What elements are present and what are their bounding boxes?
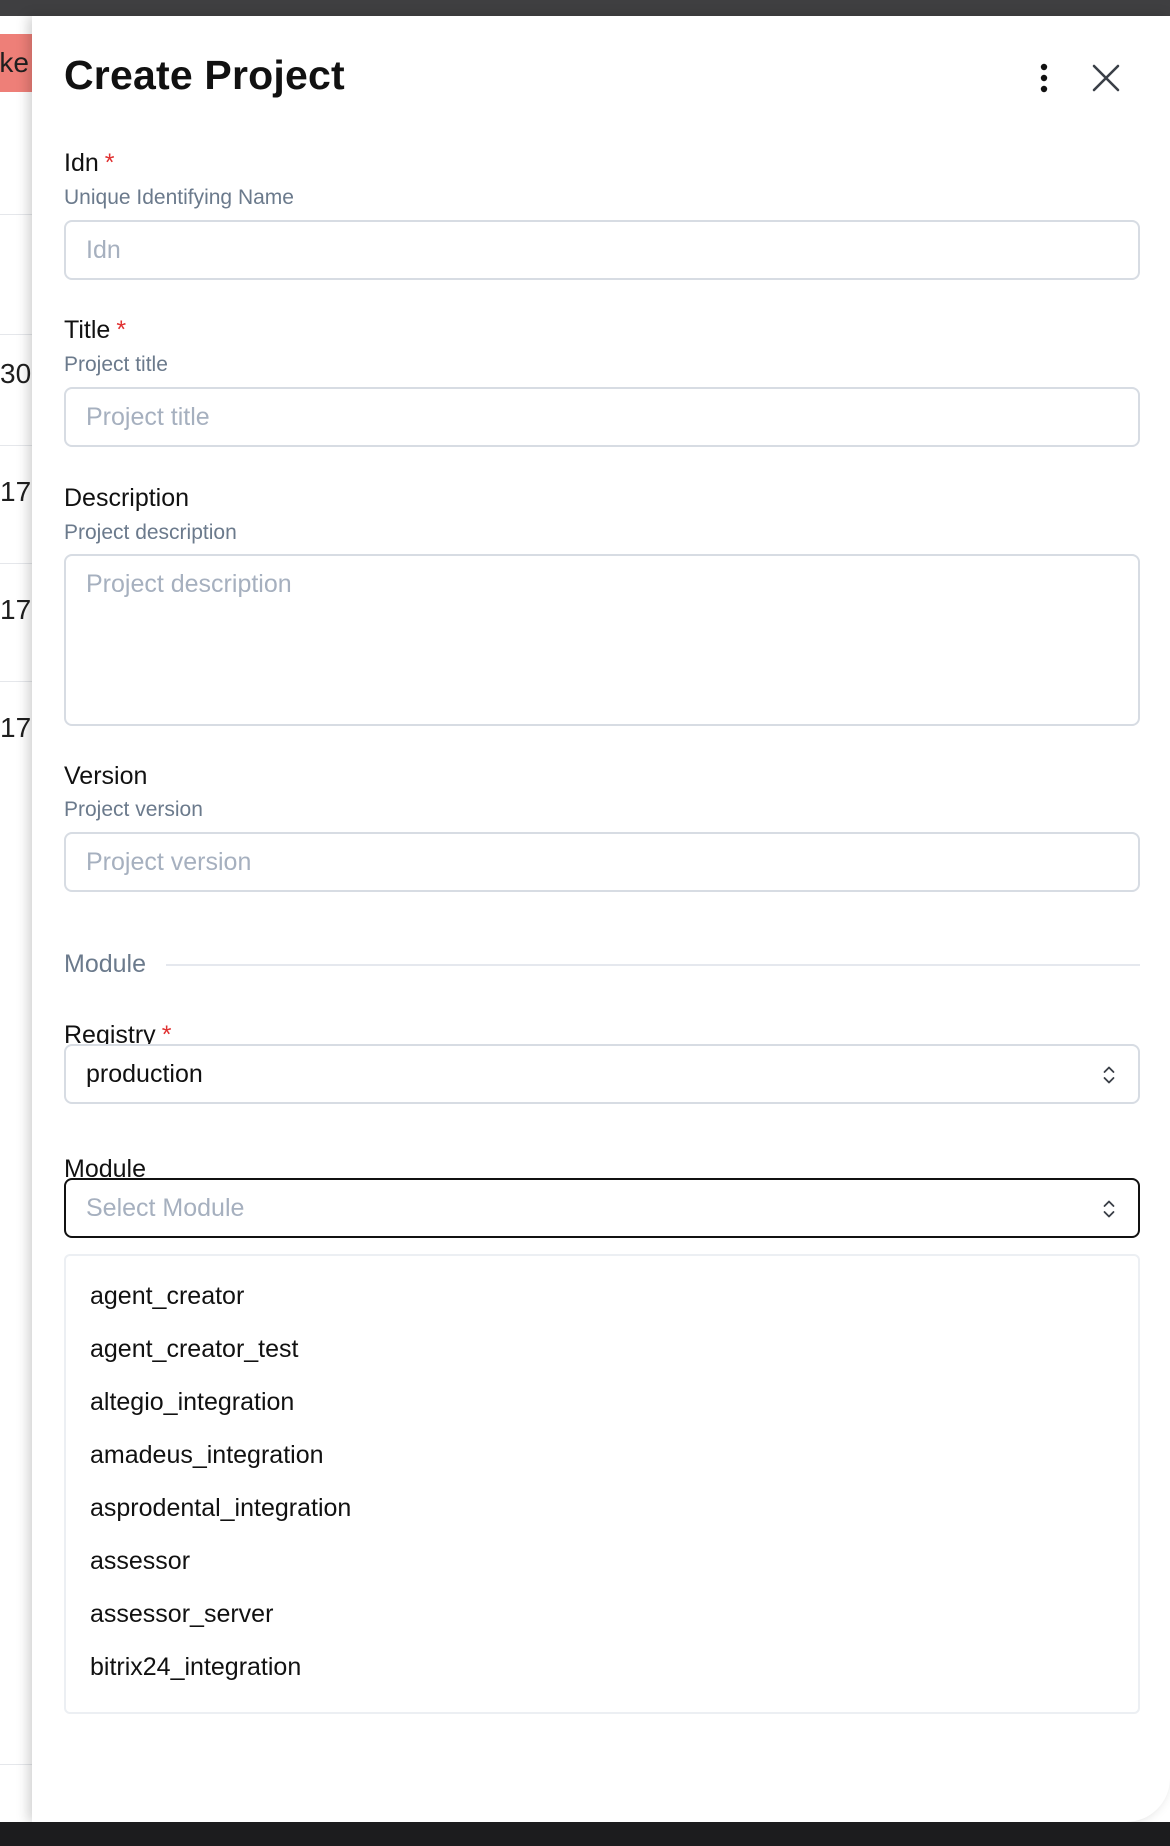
idn-input[interactable]: Idn <box>64 220 1140 280</box>
module-option[interactable]: asprodental_integration <box>66 1482 1138 1535</box>
drawer-title: Create Project <box>64 52 345 98</box>
module-option[interactable]: agent_creator <box>66 1270 1138 1323</box>
idn-label: Idn * <box>64 149 115 178</box>
background-cell: 17 2 <box>0 476 34 507</box>
registry-selected-value: production <box>86 1059 203 1088</box>
description-hint: Project description <box>64 521 237 544</box>
description-label: Description <box>64 484 190 512</box>
chevron-up-down-icon <box>1103 1200 1115 1218</box>
window-bottom-bar <box>0 1822 1170 1846</box>
required-marker: * <box>104 149 115 177</box>
version-input[interactable]: Project version <box>64 832 1140 892</box>
section-rule <box>166 963 1140 966</box>
more-vertical-icon <box>1040 63 1048 93</box>
window-top-bar <box>0 0 1170 16</box>
module-option[interactable]: amadeus_integration <box>66 1429 1138 1482</box>
background-cell: 17 2 <box>0 712 34 743</box>
version-label: Version <box>64 762 148 790</box>
idn-label-text: Idn <box>64 149 99 177</box>
module-section-heading: Module <box>64 950 146 978</box>
more-options-button[interactable] <box>1022 56 1066 100</box>
version-hint: Project version <box>64 798 203 821</box>
registry-select[interactable]: production <box>64 1044 1140 1104</box>
close-icon <box>1092 64 1120 92</box>
background-cell: 17 2 <box>0 594 34 625</box>
module-option[interactable]: bitrix24_integration <box>66 1641 1138 1694</box>
idn-hint: Unique Identifying Name <box>64 186 294 209</box>
title-input[interactable]: Project title <box>64 387 1140 447</box>
module-option[interactable]: agent_creator_test <box>66 1323 1138 1376</box>
title-label-text: Title <box>64 316 111 344</box>
background-badge: ke <box>0 34 32 92</box>
module-select[interactable]: Select Module <box>64 1178 1140 1238</box>
module-option[interactable]: assessor <box>66 1535 1138 1588</box>
required-marker: * <box>116 316 127 344</box>
title-hint: Project title <box>64 353 168 376</box>
background-cell: 30 <box>0 358 32 389</box>
chevron-up-down-icon <box>1103 1066 1115 1084</box>
module-options-list: agent_creator agent_creator_test altegio… <box>64 1254 1140 1714</box>
create-project-drawer: Create Project Idn * Unique Identifying N… <box>32 16 1170 1822</box>
module-option[interactable]: altegio_integration <box>66 1376 1138 1429</box>
description-textarea[interactable]: Project description <box>64 554 1140 726</box>
module-option[interactable]: assessor_server <box>66 1588 1138 1641</box>
title-label: Title * <box>64 316 126 345</box>
close-button[interactable] <box>1084 56 1128 100</box>
module-placeholder: Select Module <box>86 1193 245 1222</box>
module-section-divider: Module <box>64 950 1140 979</box>
